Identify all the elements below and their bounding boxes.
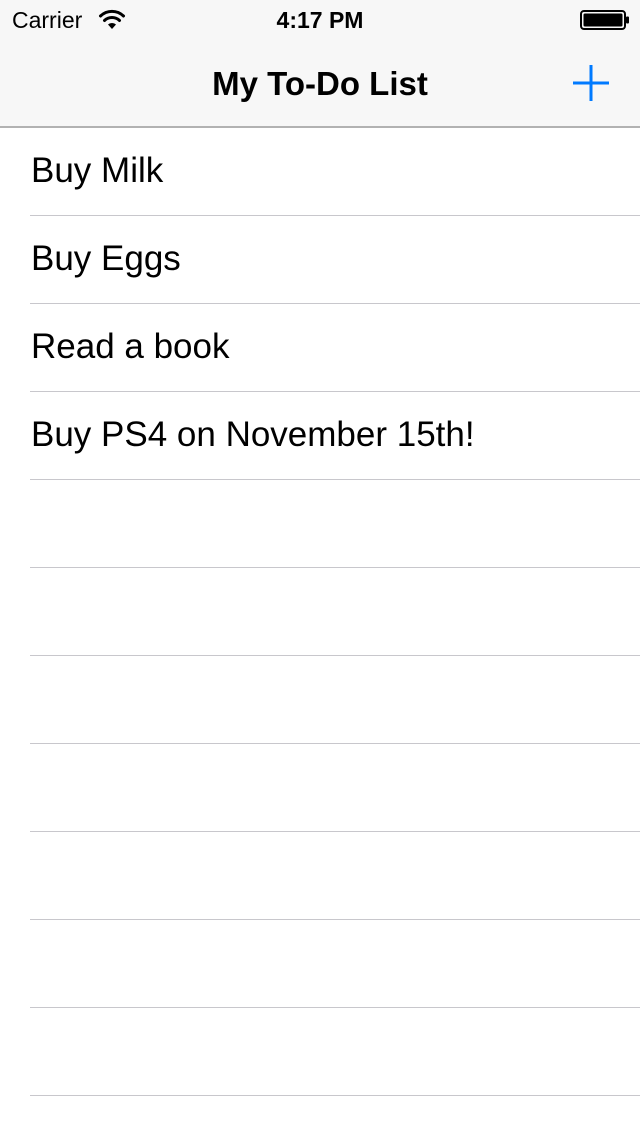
todo-row[interactable]: Buy Eggs	[0, 216, 640, 304]
empty-row	[0, 920, 640, 1008]
plus-icon	[573, 65, 609, 101]
todo-row[interactable]: Buy PS4 on November 15th!	[0, 392, 640, 480]
todo-row[interactable]: Read a book	[0, 304, 640, 392]
status-bar: Carrier 4:17 PM	[0, 0, 640, 40]
todo-item-label: Buy PS4 on November 15th!	[31, 415, 475, 454]
empty-row	[0, 744, 640, 832]
todo-item-label: Read a book	[31, 327, 230, 366]
screen: Carrier 4:17 PM My To-Do List Buy Milk B…	[0, 0, 640, 1136]
todo-row[interactable]: Buy Milk	[0, 128, 640, 216]
add-item-button[interactable]	[566, 58, 616, 108]
todo-item-label: Buy Milk	[31, 151, 164, 190]
empty-row	[0, 832, 640, 920]
status-time: 4:17 PM	[276, 7, 364, 33]
top-bar: Carrier 4:17 PM My To-Do List	[0, 0, 640, 128]
nav-title: My To-Do List	[212, 65, 428, 102]
empty-row	[0, 1096, 640, 1136]
battery-full-icon	[580, 10, 630, 30]
todo-list: Buy Milk Buy Eggs Read a book Buy PS4 on…	[0, 128, 640, 1136]
todo-item-label: Buy Eggs	[31, 239, 181, 278]
empty-row	[0, 568, 640, 656]
empty-row	[0, 480, 640, 568]
empty-row	[0, 1008, 640, 1096]
empty-row	[0, 656, 640, 744]
